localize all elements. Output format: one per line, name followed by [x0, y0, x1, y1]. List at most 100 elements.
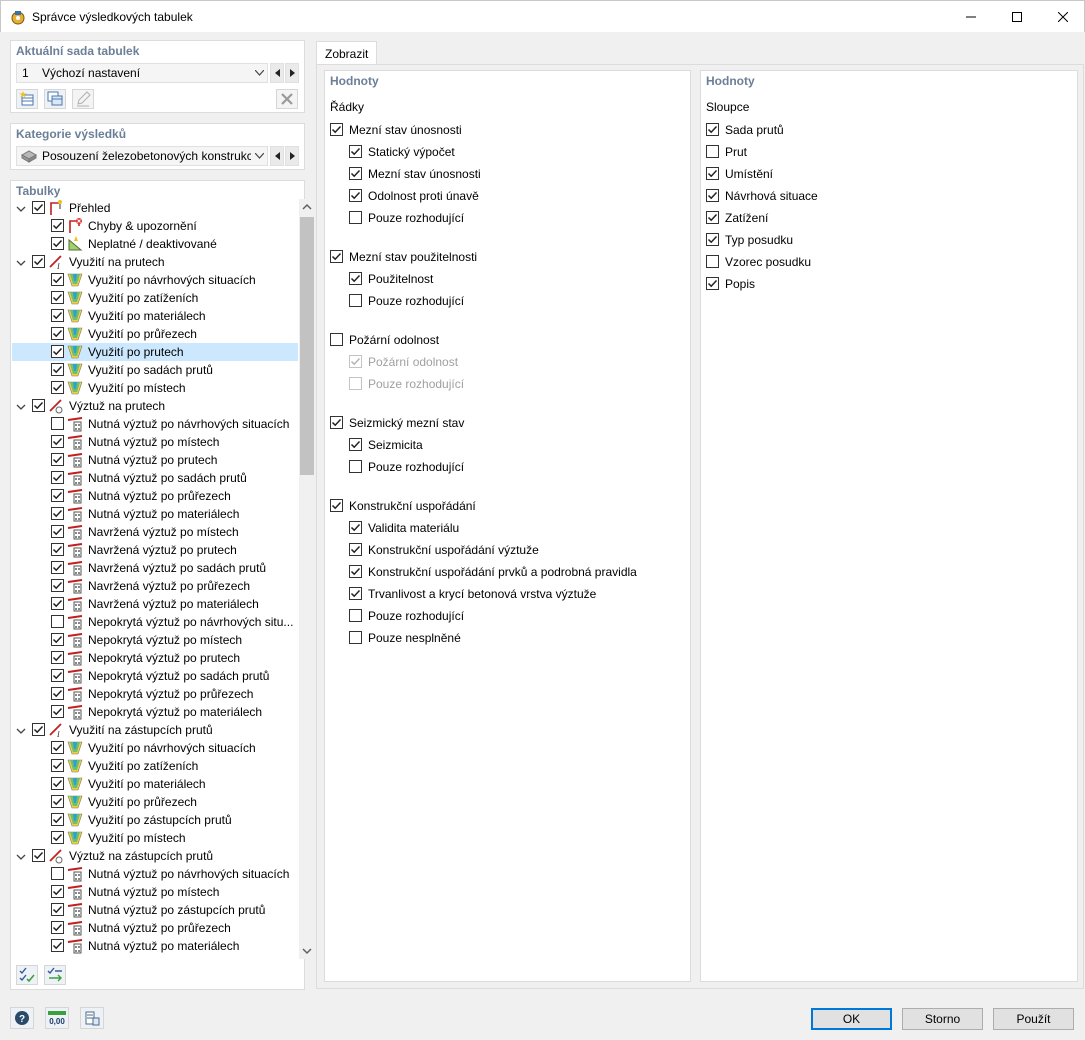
- tree-item-vyuziti-po-zastupcich-prutu[interactable]: Využití po zástupcích prutů: [12, 811, 298, 829]
- tree-item-navrzena-vyztuz-po-prutech[interactable]: Navržená výztuž po prutech: [12, 541, 298, 559]
- uncheck-all-button[interactable]: [44, 965, 66, 985]
- rename-set-button[interactable]: [72, 89, 94, 109]
- tree-item-checkbox[interactable]: [51, 705, 64, 718]
- tree-item-checkbox[interactable]: [51, 471, 64, 484]
- tree-item-checkbox[interactable]: [51, 597, 64, 610]
- tree-item-nepokryta-vyztuz-po-prurezech[interactable]: Nepokrytá výztuž po průřezech: [12, 685, 298, 703]
- units-button[interactable]: 0,00: [45, 1007, 69, 1029]
- tree-item-navrzena-vyztuz-po-prurezech[interactable]: Navržená výztuž po průřezech: [12, 577, 298, 595]
- minimize-button[interactable]: [948, 1, 994, 33]
- tree-item-vyuziti-po-materialech[interactable]: Využití po materiálech: [12, 307, 298, 325]
- scroll-thumb[interactable]: [300, 217, 314, 475]
- tree-item-checkbox[interactable]: [51, 237, 64, 250]
- tree-item-checkbox[interactable]: [32, 723, 45, 736]
- tree-item-checkbox[interactable]: [51, 867, 64, 880]
- tree-item-vyuziti-po-sadach-prutu[interactable]: Využití po sadách prutů: [12, 361, 298, 379]
- tree-item-checkbox[interactable]: [51, 291, 64, 304]
- tree-item-checkbox[interactable]: [51, 759, 64, 772]
- column-option-checkbox[interactable]: [706, 233, 719, 246]
- tree-item-nutna-vyztuz-po-navrhovych-situacich[interactable]: Nutná výztuž po návrhových situacích: [12, 415, 298, 433]
- row-option-checkbox[interactable]: [349, 565, 362, 578]
- tree-item-vyuziti-po-zatizenich[interactable]: Využití po zatíženích: [12, 289, 298, 307]
- row-option-checkbox[interactable]: [349, 211, 362, 224]
- row-option-checkbox[interactable]: [349, 438, 362, 451]
- tree-item-nutna-vyztuz-po-navrhovych-situacich[interactable]: Nutná výztuž po návrhových situacích: [12, 865, 298, 883]
- tree-item-checkbox[interactable]: [51, 615, 64, 628]
- tree-item-checkbox[interactable]: [51, 489, 64, 502]
- tree-item-vyuziti-po-navrhovych-situacich[interactable]: Využití po návrhových situacích: [12, 739, 298, 757]
- tree-item-checkbox[interactable]: [51, 435, 64, 448]
- row-option-checkbox[interactable]: [349, 272, 362, 285]
- row-option-checkbox[interactable]: [349, 631, 362, 644]
- tree-item-checkbox[interactable]: [51, 741, 64, 754]
- tree-item-checkbox[interactable]: [51, 921, 64, 934]
- next-set-button[interactable]: [285, 63, 299, 83]
- tree-item-checkbox[interactable]: [51, 309, 64, 322]
- tree-item-checkbox[interactable]: [51, 669, 64, 682]
- row-option-checkbox[interactable]: [349, 587, 362, 600]
- settings-button[interactable]: [80, 1007, 104, 1029]
- row-option-checkbox[interactable]: [349, 294, 362, 307]
- tree-item-checkbox[interactable]: [32, 255, 45, 268]
- column-option-checkbox[interactable]: [706, 255, 719, 268]
- help-button[interactable]: ?: [10, 1007, 34, 1029]
- tree-item-vyuziti-po-mistech[interactable]: Využití po místech: [12, 379, 298, 397]
- column-option-checkbox[interactable]: [706, 167, 719, 180]
- row-option-checkbox[interactable]: [349, 543, 362, 556]
- tree-item-checkbox[interactable]: [51, 579, 64, 592]
- tree-item-nepokryta-vyztuz-po-prutech[interactable]: Nepokrytá výztuž po prutech: [12, 649, 298, 667]
- check-all-button[interactable]: [16, 965, 38, 985]
- collapse-chevron-icon[interactable]: [16, 257, 26, 267]
- column-option-checkbox[interactable]: [706, 211, 719, 224]
- tree-item-checkbox[interactable]: [51, 777, 64, 790]
- tree-item-checkbox[interactable]: [51, 687, 64, 700]
- tree-item-vyztuz-na-prutech[interactable]: Výztuž na prutech: [12, 397, 298, 415]
- tree-item-vyztuz-na-zastupcich-prutu[interactable]: Výztuž na zástupcích prutů: [12, 847, 298, 865]
- tree-item-checkbox[interactable]: [51, 345, 64, 358]
- collapse-chevron-icon[interactable]: [16, 401, 26, 411]
- tree-item-checkbox[interactable]: [32, 201, 45, 214]
- tree-item-nutna-vyztuz-po-mistech[interactable]: Nutná výztuž po místech: [12, 433, 298, 451]
- tree-item-checkbox[interactable]: [51, 561, 64, 574]
- tree-item-checkbox[interactable]: [51, 633, 64, 646]
- tree-item-vyuziti-po-prurezech[interactable]: Využití po průřezech: [12, 793, 298, 811]
- tree-item-checkbox[interactable]: [51, 219, 64, 232]
- tree-item-vyuziti-po-prutech[interactable]: Využití po prutech: [12, 343, 298, 361]
- column-option-checkbox[interactable]: [706, 277, 719, 290]
- apply-button[interactable]: Použít: [993, 1008, 1074, 1030]
- scroll-up-icon[interactable]: [299, 199, 315, 215]
- tree-item-checkbox[interactable]: [51, 831, 64, 844]
- column-option-checkbox[interactable]: [706, 123, 719, 136]
- cancel-button[interactable]: Storno: [902, 1008, 983, 1030]
- collapse-chevron-icon[interactable]: [16, 851, 26, 861]
- tree-item-vyuziti-po-materialech[interactable]: Využití po materiálech: [12, 775, 298, 793]
- row-option-checkbox[interactable]: [349, 460, 362, 473]
- row-group-checkbox[interactable]: [330, 499, 343, 512]
- scroll-down-icon[interactable]: [299, 943, 315, 959]
- tree-item-nutna-vyztuz-po-zastupcich-prutu[interactable]: Nutná výztuž po zástupcích prutů: [12, 901, 298, 919]
- tree-item-vyuziti-na-prutech[interactable]: I Využití na prutech: [12, 253, 298, 271]
- tree-item-checkbox[interactable]: [51, 813, 64, 826]
- tree-item-navrzena-vyztuz-po-materialech[interactable]: Navržená výztuž po materiálech: [12, 595, 298, 613]
- tables-scrollbar[interactable]: [299, 199, 315, 959]
- tree-item-nepokryta-vyztuz-po-sadach-prutu[interactable]: Nepokrytá výztuž po sadách prutů: [12, 667, 298, 685]
- delete-set-button[interactable]: [276, 89, 298, 109]
- tree-item-nutna-vyztuz-po-prurezech[interactable]: Nutná výztuž po průřezech: [12, 919, 298, 937]
- tree-item-chyby-upozorneni[interactable]: Chyby & upozornění: [12, 217, 298, 235]
- tree-item-vyuziti-po-mistech[interactable]: Využití po místech: [12, 829, 298, 847]
- copy-set-button[interactable]: [44, 89, 66, 109]
- next-category-button[interactable]: [285, 146, 299, 166]
- row-option-checkbox[interactable]: [349, 145, 362, 158]
- tab-display[interactable]: Zobrazit: [316, 41, 377, 65]
- tree-item-checkbox[interactable]: [51, 453, 64, 466]
- tree-item-checkbox[interactable]: [51, 381, 64, 394]
- tree-item-nepokryta-vyztuz-po-mistech[interactable]: Nepokrytá výztuž po místech: [12, 631, 298, 649]
- row-group-checkbox[interactable]: [330, 123, 343, 136]
- tree-item-vyuziti-po-navrhovych-situacich[interactable]: Využití po návrhových situacích: [12, 271, 298, 289]
- tree-item-vyuziti-po-prurezech[interactable]: Využití po průřezech: [12, 325, 298, 343]
- new-set-button[interactable]: [16, 89, 38, 109]
- row-option-checkbox[interactable]: [349, 609, 362, 622]
- prev-category-button[interactable]: [270, 146, 284, 166]
- prev-set-button[interactable]: [270, 63, 284, 83]
- tree-item-checkbox[interactable]: [51, 903, 64, 916]
